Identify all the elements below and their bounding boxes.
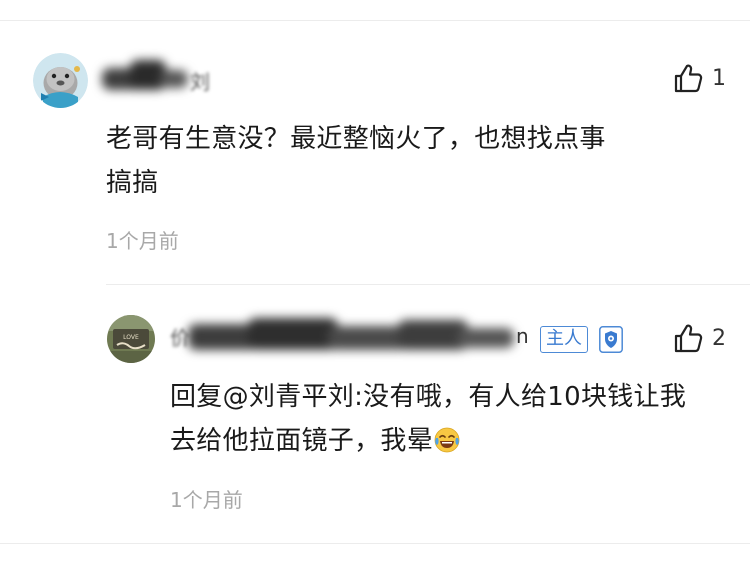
reply-divider <box>106 284 750 285</box>
reply-text-line2: 去给他拉面镜子，我晕 <box>170 426 434 456</box>
thumbs-up-icon <box>674 64 703 93</box>
comment-avatar[interactable] <box>33 53 88 108</box>
comment-text-line2: 搞搞 <box>106 168 159 198</box>
comment-timestamp: 1个月前 <box>106 229 179 253</box>
svg-text:LOVE: LOVE <box>123 334 139 341</box>
reply-author-name-tail: n <box>516 324 529 348</box>
reply-author-name-head: 价 <box>170 326 190 350</box>
reply-timestamp: 1个月前 <box>170 488 243 512</box>
comment-like-count: 1 <box>712 65 726 91</box>
bottom-divider <box>0 543 750 544</box>
love-sign-photo-avatar: LOVE <box>107 315 155 363</box>
reply-text-line1: 回复@刘青平刘:没有哦，有人给10块钱让我 <box>170 382 687 412</box>
top-divider <box>0 20 750 21</box>
reply-like-button[interactable]: 2 <box>672 322 726 354</box>
thumbs-up-icon <box>674 324 703 353</box>
shield-badge-icon <box>599 326 623 353</box>
reply-author-name-redacted[interactable] <box>188 314 518 362</box>
tears-of-joy-emoji <box>434 427 460 453</box>
reply-like-count: 2 <box>712 325 726 351</box>
comment-like-button[interactable]: 1 <box>672 62 726 94</box>
seal-avatar-icon <box>33 53 88 108</box>
host-badge: 主人 <box>540 326 588 353</box>
comment-author-name-tail: 刘 <box>190 70 210 94</box>
comment-text-line1: 老哥有生意没？最近整恼火了，也想找点事 <box>106 124 606 154</box>
reply-text-line2-wrap: 去给他拉面镜子，我晕 <box>170 419 460 463</box>
reply-avatar[interactable]: LOVE <box>107 315 155 363</box>
